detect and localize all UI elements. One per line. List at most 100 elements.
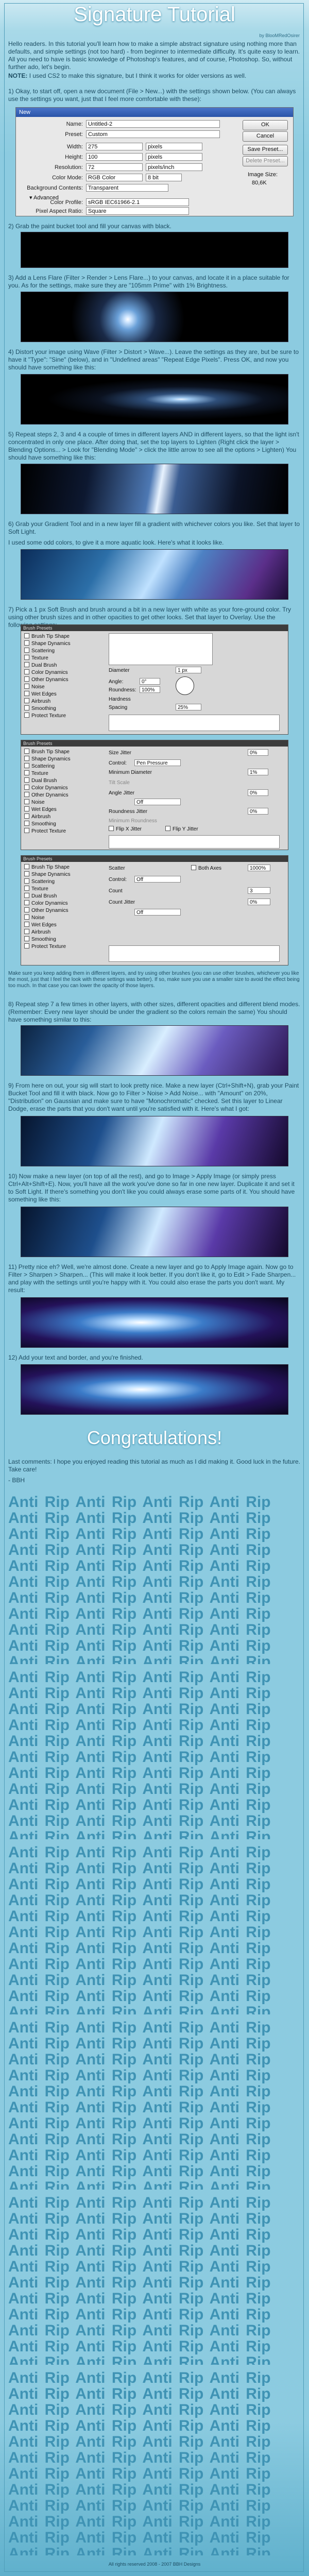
resolution-field[interactable]: 72 (86, 163, 143, 171)
control-select[interactable]: Pen Pressure (134, 759, 181, 766)
save-preset-button[interactable]: Save Preset... (243, 145, 288, 155)
shape-dynamics-panel: Brush Presets Brush Tip Shape Shape Dyna… (21, 740, 288, 850)
brush-option[interactable]: Other Dynamics (24, 907, 68, 914)
min-diameter-field[interactable]: 1% (248, 769, 268, 775)
brush-option[interactable]: Brush Tip Shape (24, 633, 70, 640)
brushed-layers-image (21, 1025, 288, 1076)
angle-field[interactable]: 0° (140, 678, 160, 685)
brush-stroke-preview (109, 945, 280, 962)
congratulations-heading: Congratulations! (87, 1427, 222, 1448)
diameter-field[interactable]: 1 px (176, 667, 201, 673)
brush-preset-grid[interactable] (109, 633, 213, 665)
brush-option[interactable]: Protect Texture (24, 828, 66, 835)
count-jitter-field[interactable]: 0% (248, 899, 270, 905)
intro-text: Hello readers. In this tutorial you'll l… (8, 40, 300, 71)
angle-control-select[interactable]: Off (134, 799, 181, 805)
both-axes-checkbox[interactable]: Both Axes (191, 865, 221, 872)
ok-button[interactable]: OK (243, 120, 288, 130)
roundness-jitter-field[interactable]: 0% (248, 808, 268, 815)
brush-option[interactable]: Color Dynamics (24, 785, 68, 791)
brush-panel-title: Brush Presets (21, 856, 288, 862)
brush-option[interactable]: Texture (24, 770, 48, 777)
cancel-button[interactable]: Cancel (243, 131, 288, 142)
scatter-control-select[interactable]: Off (134, 876, 181, 883)
note-label: NOTE: (8, 72, 28, 79)
size-jitter-field[interactable]: 0% (248, 749, 268, 756)
brush-option[interactable]: Color Dynamics (24, 669, 68, 676)
footer-copyright: All rights reserved 2008 - 2007 BBH Desi… (108, 2562, 201, 2567)
profile-select[interactable]: sRGB IEC61966-2.1 (86, 198, 189, 206)
brush-option[interactable]: Scattering (24, 763, 55, 770)
anti-rip-block-1: Anti Rip Anti Rip Anti Rip Anti Rip Anti… (8, 1494, 271, 1664)
brush-option[interactable]: Scattering (24, 648, 55, 654)
brush-option[interactable]: Wet Edges (24, 691, 57, 698)
spacing-field[interactable]: 25% (176, 704, 201, 710)
name-field[interactable]: Untitled-2 (86, 120, 220, 128)
sign-off: - BBH (8, 1477, 25, 1484)
brush-option[interactable]: Texture (24, 886, 48, 892)
brush-option[interactable]: Airbrush (24, 698, 50, 705)
brush-option[interactable]: Smoothing (24, 821, 56, 827)
brush-option[interactable]: Dual Brush (24, 893, 57, 900)
brush-option[interactable]: Noise (24, 799, 45, 806)
brush-option[interactable]: Wet Edges (24, 806, 57, 813)
brush-option[interactable]: Noise (24, 684, 45, 690)
black-canvas-image (21, 232, 288, 268)
gradient-softlight-image (21, 549, 288, 600)
brush-option[interactable]: Other Dynamics (24, 792, 68, 799)
brush-option[interactable]: Brush Tip Shape (24, 749, 70, 755)
count-control-select[interactable]: Off (134, 909, 181, 916)
height-field[interactable]: 100 (86, 153, 143, 161)
step-7-footnote: Make sure you keep adding them in differ… (8, 971, 300, 989)
resolution-unit-select[interactable]: pixels/inch (146, 163, 202, 171)
brush-option[interactable]: Airbrush (24, 929, 50, 936)
anti-rip-block-3: Anti Rip Anti Rip Anti Rip Anti Rip Anti… (8, 1844, 271, 2014)
brush-option[interactable]: Airbrush (24, 814, 50, 820)
anti-rip-block-6: Anti Rip Anti Rip Anti Rip Anti Rip Anti… (8, 2370, 271, 2555)
count-jitter-label: Count Jitter (109, 900, 135, 905)
flip-y-checkbox[interactable]: Flip Y Jitter (165, 826, 198, 833)
flip-x-checkbox[interactable]: Flip X Jitter (109, 826, 142, 833)
preset-select[interactable]: Custom (86, 130, 220, 138)
note-body: I used CS2 to make this signature, but I… (29, 72, 247, 79)
brush-option[interactable]: Brush Tip Shape (24, 864, 70, 871)
brush-option[interactable]: Shape Dynamics (24, 756, 71, 762)
angle-dial[interactable] (176, 676, 194, 695)
width-unit-select[interactable]: pixels (146, 143, 202, 150)
colormode-select[interactable]: RGB Color (86, 174, 143, 181)
brush-option[interactable]: Texture (24, 655, 48, 662)
brush-stroke-preview (109, 835, 280, 849)
angle-jitter-field[interactable]: 0% (248, 789, 268, 796)
brush-option[interactable]: Scattering (24, 878, 55, 885)
aspect-select[interactable]: Square (86, 207, 189, 215)
brush-option[interactable]: Dual Brush (24, 662, 57, 669)
brush-option[interactable]: Smoothing (24, 936, 56, 943)
delete-preset-button[interactable]: Delete Preset... (243, 156, 288, 166)
brush-option[interactable]: Shape Dynamics (24, 640, 71, 647)
colormode-label: Color Mode: (52, 175, 83, 181)
brush-option[interactable]: Color Dynamics (24, 900, 68, 907)
brush-option[interactable]: Shape Dynamics (24, 871, 71, 878)
tilt-scale-label: Tilt Scale (109, 780, 130, 786)
height-unit-select[interactable]: pixels (146, 153, 202, 161)
angle-label: Angle: (109, 679, 124, 685)
scatter-field[interactable]: 1000% (248, 865, 270, 871)
width-label: Width: (66, 144, 83, 150)
count-field[interactable]: 3 (248, 887, 270, 894)
colormode-bits-select[interactable]: 8 bit (146, 174, 182, 181)
brush-option[interactable]: Other Dynamics (24, 676, 68, 683)
brush-option[interactable]: Noise (24, 914, 45, 921)
brush-option[interactable]: Smoothing (24, 705, 56, 712)
brush-option[interactable]: Protect Texture (24, 713, 66, 719)
width-field[interactable]: 275 (86, 143, 143, 150)
brush-option[interactable]: Wet Edges (24, 922, 57, 928)
apply-image-result (21, 1207, 288, 1257)
brush-option[interactable]: Dual Brush (24, 777, 57, 784)
brush-option[interactable]: Protect Texture (24, 943, 66, 950)
background-select[interactable]: Transparent (86, 184, 168, 192)
page-title: Signature Tutorial (74, 3, 235, 26)
roundness-field[interactable]: 100% (140, 686, 160, 693)
step-6-text: 6) Grab your Gradient Tool and in a new … (8, 520, 300, 535)
step-9-text: 9) From here on out, your sig will start… (8, 1082, 299, 1112)
lens-flare-image (21, 292, 288, 342)
